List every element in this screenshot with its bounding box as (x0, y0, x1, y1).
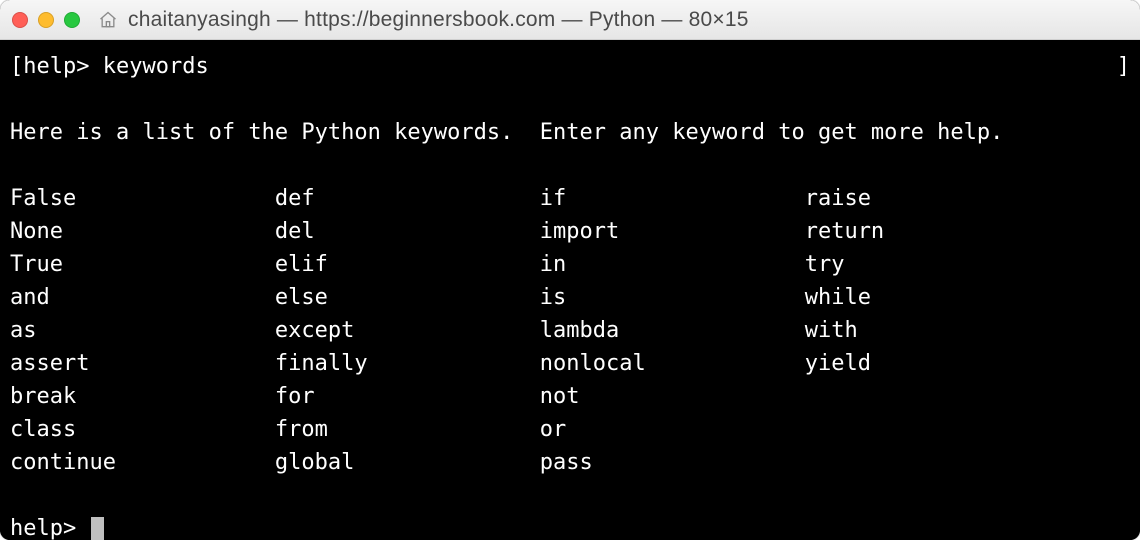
terminal-viewport[interactable]: ][help> keywords Here is a list of the P… (0, 40, 1140, 540)
entered-command: keywords (103, 54, 209, 79)
zoom-icon[interactable] (64, 12, 80, 28)
window-titlebar[interactable]: chaitanyasingh — https://beginnersbook.c… (0, 0, 1140, 40)
close-icon[interactable] (12, 12, 28, 28)
keywords-grid: False def if raise None del import retur… (10, 186, 884, 475)
help-intro-text: Here is a list of the Python keywords. E… (10, 120, 1003, 145)
window-title-text: chaitanyasingh — https://beginnersbook.c… (128, 8, 749, 32)
prompt-close-bracket: ] (1117, 50, 1130, 83)
cursor-block (91, 517, 104, 540)
prompt-line[interactable]: help> (10, 512, 1130, 540)
prompt-label: help> (10, 512, 89, 540)
prompt-label: help> (23, 54, 102, 79)
home-icon (98, 10, 118, 30)
traffic-lights (12, 12, 80, 28)
prompt-open-bracket: [ (10, 54, 23, 79)
minimize-icon[interactable] (38, 12, 54, 28)
window-title: chaitanyasingh — https://beginnersbook.c… (98, 8, 749, 32)
terminal-window: chaitanyasingh — https://beginnersbook.c… (0, 0, 1140, 540)
